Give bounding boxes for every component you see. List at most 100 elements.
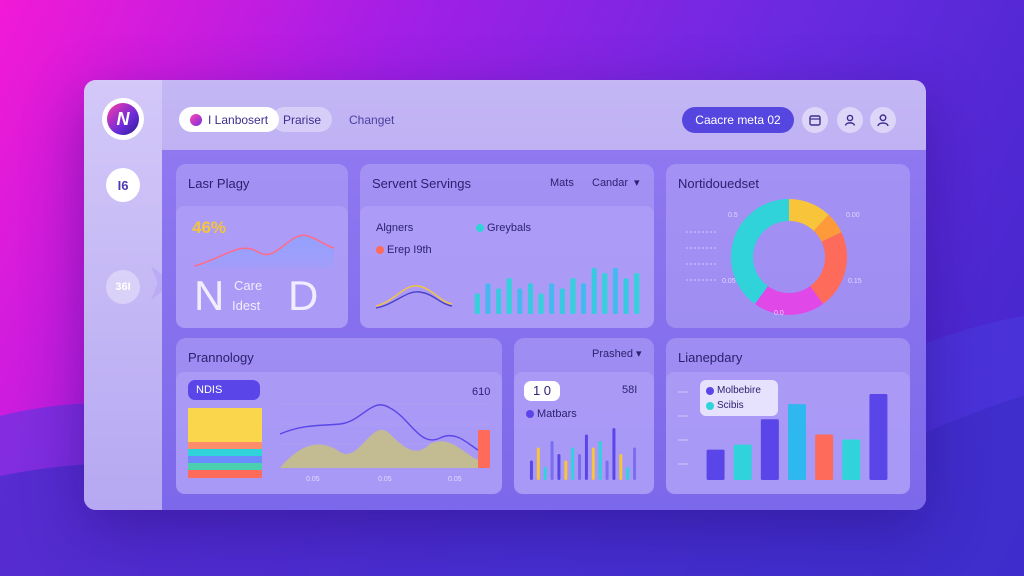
middle-legend: Matbars xyxy=(537,408,577,420)
servers-legend-1: Algners xyxy=(376,222,414,234)
servers-legend-2: Greybals xyxy=(487,222,532,234)
blue-dot-icon xyxy=(526,410,534,418)
last-play-area-chart xyxy=(193,234,335,268)
sidebar-item-2[interactable]: 36I xyxy=(106,270,140,304)
middle-bar-8 xyxy=(584,434,588,480)
dependency-panel: Molbebire Scibis xyxy=(666,372,910,494)
dependency-bar-1 xyxy=(733,444,752,480)
card-dependency[interactable]: Lianepdary Molbebire Scibis xyxy=(666,338,910,494)
pranology-tick-2: 0.05 xyxy=(378,476,392,483)
card-dependency-title: Lianepdary xyxy=(678,350,743,365)
servers-panel: Algners Greybals Erep I9th xyxy=(360,206,654,328)
donut-slice-2 xyxy=(810,232,847,304)
pranology-tick-3: 0.05 xyxy=(448,476,462,483)
dependency-bar-5 xyxy=(842,439,861,480)
servers-filter-mats[interactable]: Mats xyxy=(550,177,574,189)
middle-bar-13 xyxy=(619,454,623,480)
create-meta-button[interactable]: Caacre meta 02 xyxy=(682,107,794,133)
logo-mark: N xyxy=(107,103,139,135)
donut-label-5: 0.0 xyxy=(774,310,784,317)
middle-bar-7 xyxy=(578,454,582,480)
middle-panel: 1 0 58I Matbars xyxy=(514,372,654,494)
card-pranology[interactable]: Prannology NDIS 610 0.05 0.05 0.05 xyxy=(176,338,502,494)
middle-bar-10 xyxy=(598,441,602,480)
servers-bar-8 xyxy=(559,288,565,314)
servers-bar-chart xyxy=(474,268,640,314)
middle-bar-11 xyxy=(605,460,609,480)
dependency-axis-ticks xyxy=(678,391,688,465)
dependency-bar-2 xyxy=(760,419,779,480)
servers-bar-7 xyxy=(549,283,555,314)
servers-bar-11 xyxy=(591,268,597,314)
sidebar: N I6 36I xyxy=(84,80,162,510)
chevron-down-icon[interactable]: ▾ xyxy=(634,176,640,189)
servers-line-chart xyxy=(375,285,453,309)
chevron-down-icon[interactable]: ▾ xyxy=(636,347,642,360)
card-servers[interactable]: Servent Servings Mats Candar ▾ Algners G… xyxy=(360,164,654,328)
coral-dot-icon xyxy=(376,246,384,254)
middle-bar-9 xyxy=(591,447,595,480)
topbar: I Lanbosert Prarise Changet Caacre meta … xyxy=(162,80,926,150)
servers-bar-5 xyxy=(527,283,533,314)
middle-bar-14 xyxy=(626,467,630,480)
donut-label-3: 0.05 xyxy=(722,278,736,285)
middle-bar-chart xyxy=(529,428,637,480)
card-pranology-title: Prannology xyxy=(188,350,254,365)
pranology-panel: NDIS 610 0.05 0.05 0.05 xyxy=(176,372,502,494)
middle-bar-0 xyxy=(529,460,533,480)
tab-changet[interactable]: Changet xyxy=(338,107,405,132)
dependency-bar-0 xyxy=(706,449,725,480)
donut-label-1: 0.5 xyxy=(728,212,738,219)
tab-prarise[interactable]: Prarise xyxy=(272,107,333,132)
servers-bar-3 xyxy=(506,278,512,314)
app-logo[interactable]: N xyxy=(102,98,144,140)
pranology-stacked-bars xyxy=(188,408,262,478)
servers-bar-12 xyxy=(602,273,608,314)
dependency-bar-chart xyxy=(706,394,888,480)
middle-bar-3 xyxy=(550,441,554,480)
servers-filter-candar[interactable]: Candar xyxy=(592,177,628,189)
middle-bar-5 xyxy=(564,460,568,480)
last-play-line2: Idest xyxy=(232,298,261,313)
servers-bar-13 xyxy=(612,268,618,314)
card-last-play[interactable]: Lasr Plagy 46% N Care Idest D xyxy=(176,164,348,328)
card-notifications-title: Nortidouedset xyxy=(678,176,759,191)
notifications-dash-lines xyxy=(686,231,716,281)
middle-box-value[interactable]: 1 0 xyxy=(524,381,560,401)
servers-bar-14 xyxy=(623,278,629,314)
middle-bar-2 xyxy=(543,467,547,480)
middle-bar-15 xyxy=(633,447,637,480)
user-group-icon[interactable] xyxy=(837,107,863,133)
sidebar-item-1[interactable]: I6 xyxy=(106,168,140,202)
card-servers-title: Servent Servings xyxy=(372,176,471,191)
card-notifications[interactable]: Nortidouedset 0.5 0.00 0.05 0.15 0.0 xyxy=(666,164,910,328)
dashboard-dot-icon xyxy=(190,113,202,126)
donut-slice-3 xyxy=(754,286,824,315)
servers-legend-3: Erep I9th xyxy=(387,244,432,256)
pranology-tick-1: 0.05 xyxy=(306,476,320,483)
main-content: Lasr Plagy 46% N Care Idest D Servent Se… xyxy=(162,150,926,510)
servers-bar-1 xyxy=(485,283,491,314)
card-last-play-title: Lasr Plagy xyxy=(188,176,250,191)
donut-slice-4 xyxy=(731,199,789,304)
tab-dashboard-label: I Lanbosert xyxy=(208,112,269,127)
tab-dashboard[interactable]: I Lanbosert xyxy=(179,107,280,132)
dependency-bar-4 xyxy=(815,434,834,480)
middle-dropdown[interactable]: Prashed xyxy=(592,348,633,360)
last-play-big-letter-right: D xyxy=(288,272,319,319)
middle-bar-1 xyxy=(536,447,540,480)
servers-bar-15 xyxy=(634,273,640,314)
calendar-icon[interactable] xyxy=(802,107,828,133)
servers-bar-9 xyxy=(570,278,576,314)
last-play-panel: 46% N Care Idest D xyxy=(176,206,348,328)
donut-label-4: 0.15 xyxy=(848,278,862,285)
middle-bar-4 xyxy=(557,454,561,480)
pranology-badge[interactable]: NDIS xyxy=(188,380,260,400)
card-middle[interactable]: Prashed ▾ 1 0 58I Matbars xyxy=(514,338,654,494)
profile-icon[interactable] xyxy=(870,107,896,133)
servers-bar-6 xyxy=(538,293,544,314)
middle-value: 58I xyxy=(622,384,638,396)
dashboard-window: N I6 36I I Lanbosert Prarise Changet Caa… xyxy=(84,80,926,510)
donut-label-2: 0.00 xyxy=(846,212,860,219)
dependency-bar-6 xyxy=(869,394,888,480)
